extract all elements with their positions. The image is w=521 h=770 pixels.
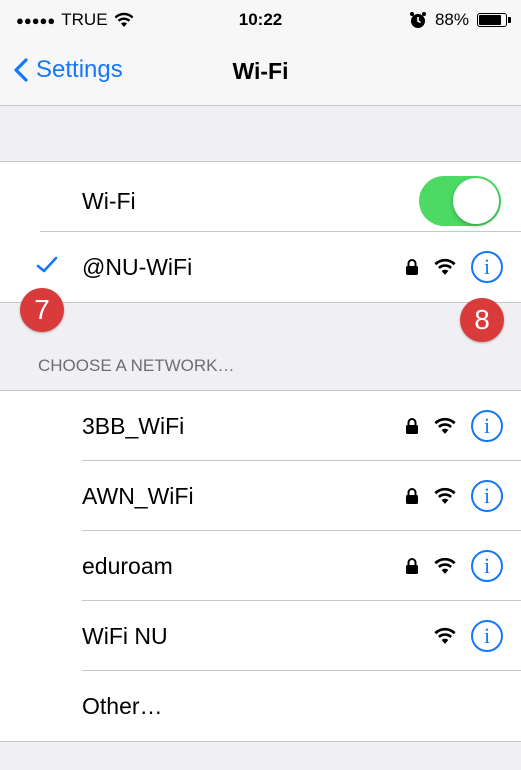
status-bar: ●●●●● TRUE 10:22 88%	[0, 0, 521, 40]
connected-network-icons: i	[405, 250, 503, 284]
connected-network-row[interactable]: @NU-WiFi i	[0, 232, 521, 302]
annotation-badge-8: 8	[460, 298, 504, 342]
lock-icon	[406, 558, 418, 574]
wifi-signal-icon	[434, 417, 456, 434]
wifi-toggle-label: Wi-Fi	[82, 188, 136, 214]
wifi-group: Wi-Fi @NU-WiFi i	[0, 161, 521, 303]
info-icon[interactable]: i	[471, 410, 503, 442]
other-network-label: Other…	[82, 693, 163, 719]
annotation-badge-7: 7	[20, 288, 64, 332]
network-row[interactable]: AWN_WiFi i	[0, 461, 521, 531]
wifi-signal-icon	[434, 258, 456, 275]
network-row[interactable]: eduroam i	[0, 531, 521, 601]
checkmark-icon	[36, 256, 58, 273]
connected-network-name: @NU-WiFi	[82, 254, 193, 280]
section-header: CHOOSE A NETWORK…	[38, 356, 235, 375]
lock-icon	[406, 418, 418, 434]
toggle-knob	[453, 178, 499, 224]
wifi-toggle-row: Wi-Fi	[0, 162, 521, 232]
wifi-signal-icon	[434, 557, 456, 574]
info-icon[interactable]: i	[471, 251, 503, 283]
battery-icon	[477, 13, 511, 27]
info-icon[interactable]: i	[471, 550, 503, 582]
info-icon[interactable]: i	[471, 620, 503, 652]
battery-level	[479, 15, 501, 25]
wifi-signal-icon	[434, 487, 456, 504]
info-icon[interactable]: i	[471, 480, 503, 512]
alarm-icon	[409, 12, 426, 28]
network-name: eduroam	[82, 553, 173, 579]
wifi-signal-icon	[434, 627, 456, 644]
network-icons: i	[433, 619, 503, 653]
lock-icon	[406, 259, 418, 275]
page-title: Wi-Fi	[232, 58, 289, 84]
lock-icon	[406, 488, 418, 504]
navigation-bar: Settings Wi-Fi	[0, 40, 521, 106]
battery-cap	[508, 17, 511, 23]
wifi-toggle[interactable]	[419, 176, 501, 226]
status-right: 88%	[409, 10, 511, 30]
network-icons: i	[405, 549, 503, 583]
network-icons: i	[405, 479, 503, 513]
network-row[interactable]: WiFi NU i	[0, 601, 521, 671]
other-network-row[interactable]: Other…	[0, 671, 521, 741]
network-name: 3BB_WiFi	[82, 413, 185, 439]
network-row[interactable]: 3BB_WiFi i	[0, 391, 521, 461]
network-name: WiFi NU	[82, 623, 168, 649]
battery-percent: 88%	[434, 10, 469, 29]
network-name: AWN_WiFi	[82, 483, 194, 509]
network-icons: i	[405, 409, 503, 443]
networks-list: 3BB_WiFi i AWN_WiFi i eduroam i WiFi NU …	[0, 390, 521, 742]
